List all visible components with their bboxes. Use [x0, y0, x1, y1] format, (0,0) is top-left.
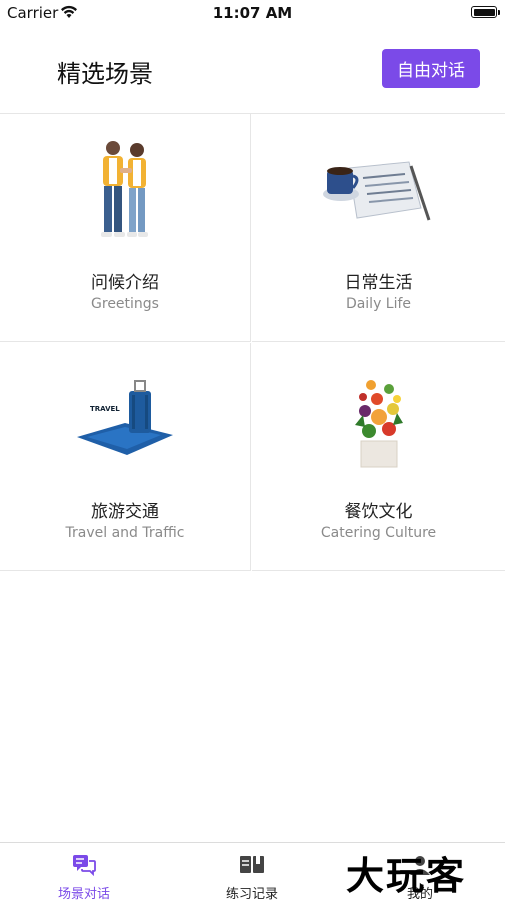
scene-subtitle: Travel and Traffic: [65, 525, 185, 541]
coffee-newspaper-illustration: [322, 161, 430, 221]
scene-subtitle: Greetings: [91, 296, 159, 312]
tab-practice-records[interactable]: 练习记录: [168, 843, 336, 903]
status-bar: Carrier 11:07 AM: [0, 0, 505, 26]
travel-badge-text: TRAVEL: [90, 405, 120, 413]
scene-title: 旅游交通: [91, 502, 159, 522]
couple-illustration: [101, 141, 148, 237]
scene-card-daily-life[interactable]: 日常生活 Daily Life: [252, 114, 505, 342]
watermark-text: 大玩客: [346, 853, 467, 898]
scene-card-travel[interactable]: TRAVEL 旅游交通 Travel and Traffic: [0, 343, 251, 571]
scene-subtitle: Catering Culture: [320, 525, 437, 541]
scene-title: 餐饮文化: [344, 502, 413, 522]
scene-card-catering[interactable]: 餐饮文化 Catering Culture: [252, 343, 505, 571]
tab-label: 场景对话: [57, 887, 110, 902]
suitcase-illustration: TRAVEL: [77, 380, 173, 455]
scene-title: 问候介绍: [91, 273, 159, 293]
scene-subtitle: Daily Life: [345, 296, 412, 312]
battery-icon: [471, 6, 500, 18]
food-bag-illustration: [354, 380, 403, 468]
tab-scene-chat[interactable]: 场景对话: [0, 843, 168, 903]
page-title: 精选场景: [57, 60, 153, 88]
scene-card-greetings[interactable]: 问候介绍 Greetings: [0, 114, 251, 342]
tab-label: 练习记录: [225, 887, 278, 902]
scene-title: 日常生活: [344, 273, 413, 293]
clock: 11:07 AM: [212, 4, 293, 22]
book-icon: [240, 856, 264, 873]
header: 精选场景 自由对话: [0, 26, 505, 114]
free-chat-button[interactable]: 自由对话: [382, 49, 480, 88]
chat-icon: [73, 855, 96, 877]
